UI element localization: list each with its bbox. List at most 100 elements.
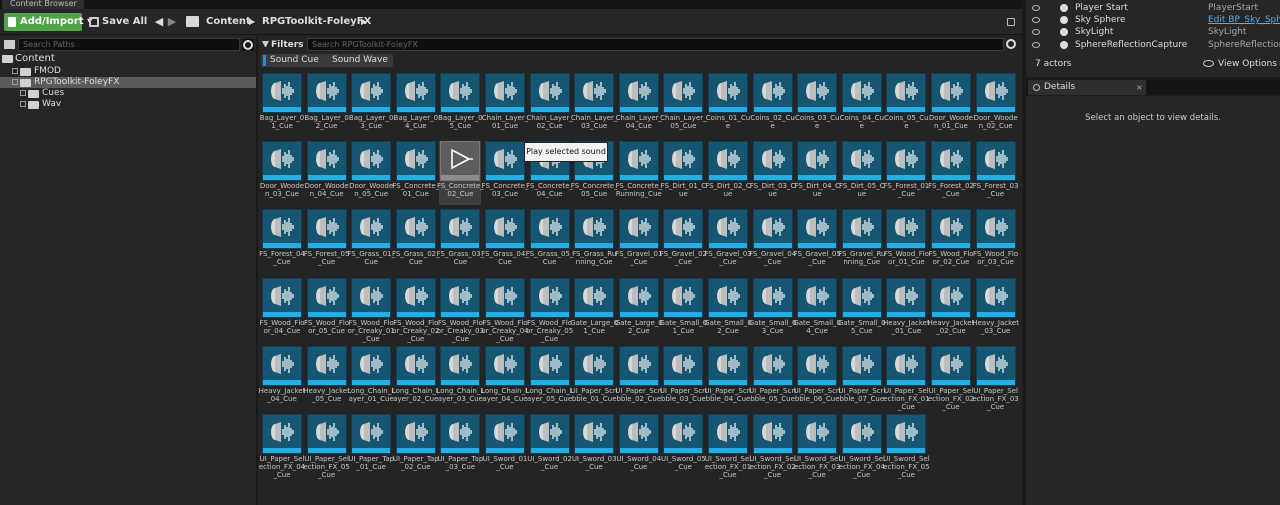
asset-tile[interactable]: Chain_Layer_02_Cue — [526, 73, 573, 137]
outliner-row[interactable]: SkyLight SkyLight — [1026, 26, 1280, 38]
asset-thumbnail[interactable] — [797, 209, 838, 250]
asset-tile[interactable]: UI_Sword_05_Cue — [661, 414, 706, 478]
asset-thumbnail[interactable] — [975, 277, 1016, 318]
asset-thumbnail[interactable] — [752, 277, 793, 318]
visibility-eye-icon[interactable] — [1032, 29, 1040, 36]
asset-tile[interactable]: Gate_Large_02_Cue — [615, 277, 663, 342]
asset-thumbnail[interactable] — [529, 277, 570, 318]
asset-thumbnail[interactable] — [262, 209, 302, 250]
asset-search-input[interactable]: Search RPGToolkit-FoleyFX — [307, 38, 1004, 51]
asset-thumbnail[interactable] — [395, 277, 436, 318]
asset-tile[interactable]: FS_Grass_02_Cue — [392, 209, 440, 273]
asset-thumbnail[interactable] — [886, 73, 927, 113]
asset-thumbnail[interactable] — [618, 414, 659, 454]
asset-tile[interactable]: FS_Concrete_Running_Cue — [615, 141, 662, 205]
search-icon[interactable] — [242, 39, 254, 51]
asset-thumbnail[interactable] — [797, 277, 838, 318]
asset-thumbnail[interactable] — [351, 414, 392, 454]
asset-thumbnail[interactable] — [440, 277, 481, 318]
outliner-row[interactable]: SphereReflectionCapture SphereReflectionC — [1026, 39, 1280, 51]
tree-item[interactable]: FMOD — [0, 66, 256, 77]
asset-tile[interactable]: Long_Chain_Layer_04_Cue — [481, 345, 529, 410]
asset-tile[interactable]: UI_Paper_Scribble_04_Cue — [704, 345, 752, 410]
asset-thumbnail[interactable] — [262, 345, 302, 386]
asset-tile[interactable]: FS_Concrete_02_Cue — [437, 141, 484, 206]
asset-tile[interactable]: FS_Wood_Floor_04_Cue — [259, 277, 305, 342]
asset-thumbnail[interactable] — [708, 345, 748, 386]
tree-item[interactable]: Wav — [0, 99, 256, 110]
asset-tile[interactable]: Coins_01_Cue — [706, 73, 750, 137]
sources-toggle-icon[interactable] — [4, 40, 15, 49]
tab-details[interactable]: Details × — [1028, 80, 1146, 95]
asset-thumbnail[interactable] — [351, 141, 392, 182]
asset-tile[interactable]: Gate_Large_01_Cue — [570, 277, 618, 342]
asset-tile[interactable]: FS_Gravel_Running_Cue — [838, 209, 885, 273]
save-all-button[interactable]: Save All — [89, 13, 147, 31]
asset-tile[interactable]: FS_Wood_Floor_Creaky_05_Cue — [526, 277, 573, 343]
asset-thumbnail[interactable] — [708, 141, 748, 182]
asset-thumbnail[interactable] — [351, 277, 392, 318]
asset-thumbnail[interactable] — [663, 345, 704, 386]
asset-thumbnail[interactable] — [663, 414, 704, 454]
search-icon[interactable] — [1006, 39, 1018, 51]
asset-thumbnail[interactable] — [395, 414, 436, 454]
asset-thumbnail[interactable] — [574, 73, 615, 113]
asset-tile[interactable]: FS_Wood_Floor_05_Cue — [304, 277, 349, 342]
asset-tile[interactable]: UI_Paper_Scribble_06_Cue — [794, 345, 841, 410]
asset-thumbnail[interactable] — [395, 209, 436, 250]
asset-tile[interactable]: Long_Chain_Layer_05_Cue — [526, 345, 574, 410]
asset-tile[interactable]: UI_Paper_Selection_FX_04_Cue — [259, 414, 305, 479]
asset-thumbnail[interactable] — [529, 345, 570, 386]
asset-thumbnail[interactable] — [663, 209, 704, 250]
asset-tile[interactable]: Heavy_Jacket_03_Cue — [972, 277, 1019, 342]
asset-thumbnail[interactable] — [618, 209, 659, 250]
asset-thumbnail[interactable] — [931, 73, 971, 113]
asset-tile[interactable]: FS_Grass_05_Cue — [526, 209, 573, 273]
asset-thumbnail[interactable] — [440, 73, 481, 113]
asset-tile[interactable]: Bag_Layer_01_Cue — [260, 73, 304, 137]
asset-tile[interactable]: Gate_Small_05_Cue — [838, 277, 886, 342]
asset-thumbnail[interactable] — [797, 73, 838, 113]
asset-tile[interactable]: Gate_Small_02_Cue — [704, 277, 752, 342]
asset-thumbnail[interactable] — [931, 209, 971, 250]
asset-tile[interactable]: Heavy_Jacket_01_Cue — [883, 277, 930, 342]
asset-tile[interactable]: FS_Dirt_02_Cue — [705, 141, 751, 205]
asset-thumbnail[interactable] — [306, 345, 347, 386]
back-arrow-icon[interactable]: ◀ — [153, 16, 165, 28]
breadcrumb-rpgtoolkit[interactable]: RPGToolkit-FoleyFX — [262, 13, 371, 31]
asset-tile[interactable]: Chain_Layer_04_Cue — [616, 73, 662, 137]
visibility-eye-icon[interactable] — [1032, 41, 1040, 48]
asset-thumbnail[interactable] — [931, 277, 971, 318]
asset-thumbnail[interactable] — [440, 414, 481, 454]
asset-thumbnail[interactable] — [485, 414, 525, 454]
asset-tile[interactable]: FS_Concrete_03_Cue — [482, 141, 528, 205]
asset-tile[interactable]: FS_Gravel_04_Cue — [749, 209, 796, 273]
asset-tile[interactable]: UI_Sword_03_Cue — [572, 414, 617, 478]
filters-button[interactable]: Filters ▾ — [262, 38, 311, 52]
asset-thumbnail[interactable] — [663, 277, 704, 318]
asset-thumbnail[interactable] — [841, 209, 882, 250]
asset-thumbnail[interactable] — [841, 414, 882, 454]
asset-tile[interactable]: UI_Paper_Selection_FX_02_Cue — [928, 345, 974, 411]
asset-thumbnail[interactable] — [708, 414, 748, 454]
asset-thumbnail[interactable] — [306, 414, 347, 454]
asset-thumbnail[interactable] — [262, 277, 302, 318]
asset-thumbnail[interactable] — [797, 414, 838, 454]
asset-thumbnail[interactable] — [752, 414, 793, 454]
asset-tile[interactable]: FS_Grass_01_Cue — [347, 209, 395, 273]
asset-tile[interactable]: Bag_Layer_05_Cue — [438, 73, 483, 137]
view-options-button[interactable]: View Options ▸ — [1203, 58, 1280, 70]
play-icon[interactable] — [447, 148, 474, 170]
visibility-eye-icon[interactable] — [1032, 17, 1040, 24]
asset-thumbnail[interactable] — [886, 141, 927, 182]
outliner-row[interactable]: Sky Sphere Edit BP_Sky_Sphe — [1026, 14, 1280, 26]
asset-thumbnail[interactable] — [351, 209, 392, 250]
asset-thumbnail[interactable] — [618, 345, 659, 386]
asset-tile[interactable]: Chain_Layer_01_Cue — [482, 73, 528, 137]
asset-tile[interactable]: UI_Paper_Scribble_02_Cue — [615, 345, 662, 410]
asset-thumbnail[interactable] — [529, 209, 570, 250]
asset-tile[interactable]: FS_Gravel_01_Cue — [615, 209, 662, 273]
asset-tile[interactable]: FS_Gravel_05_Cue — [794, 209, 841, 273]
visibility-eye-icon[interactable] — [1032, 5, 1040, 11]
asset-tile[interactable]: Bag_Layer_04_Cue — [394, 73, 438, 137]
